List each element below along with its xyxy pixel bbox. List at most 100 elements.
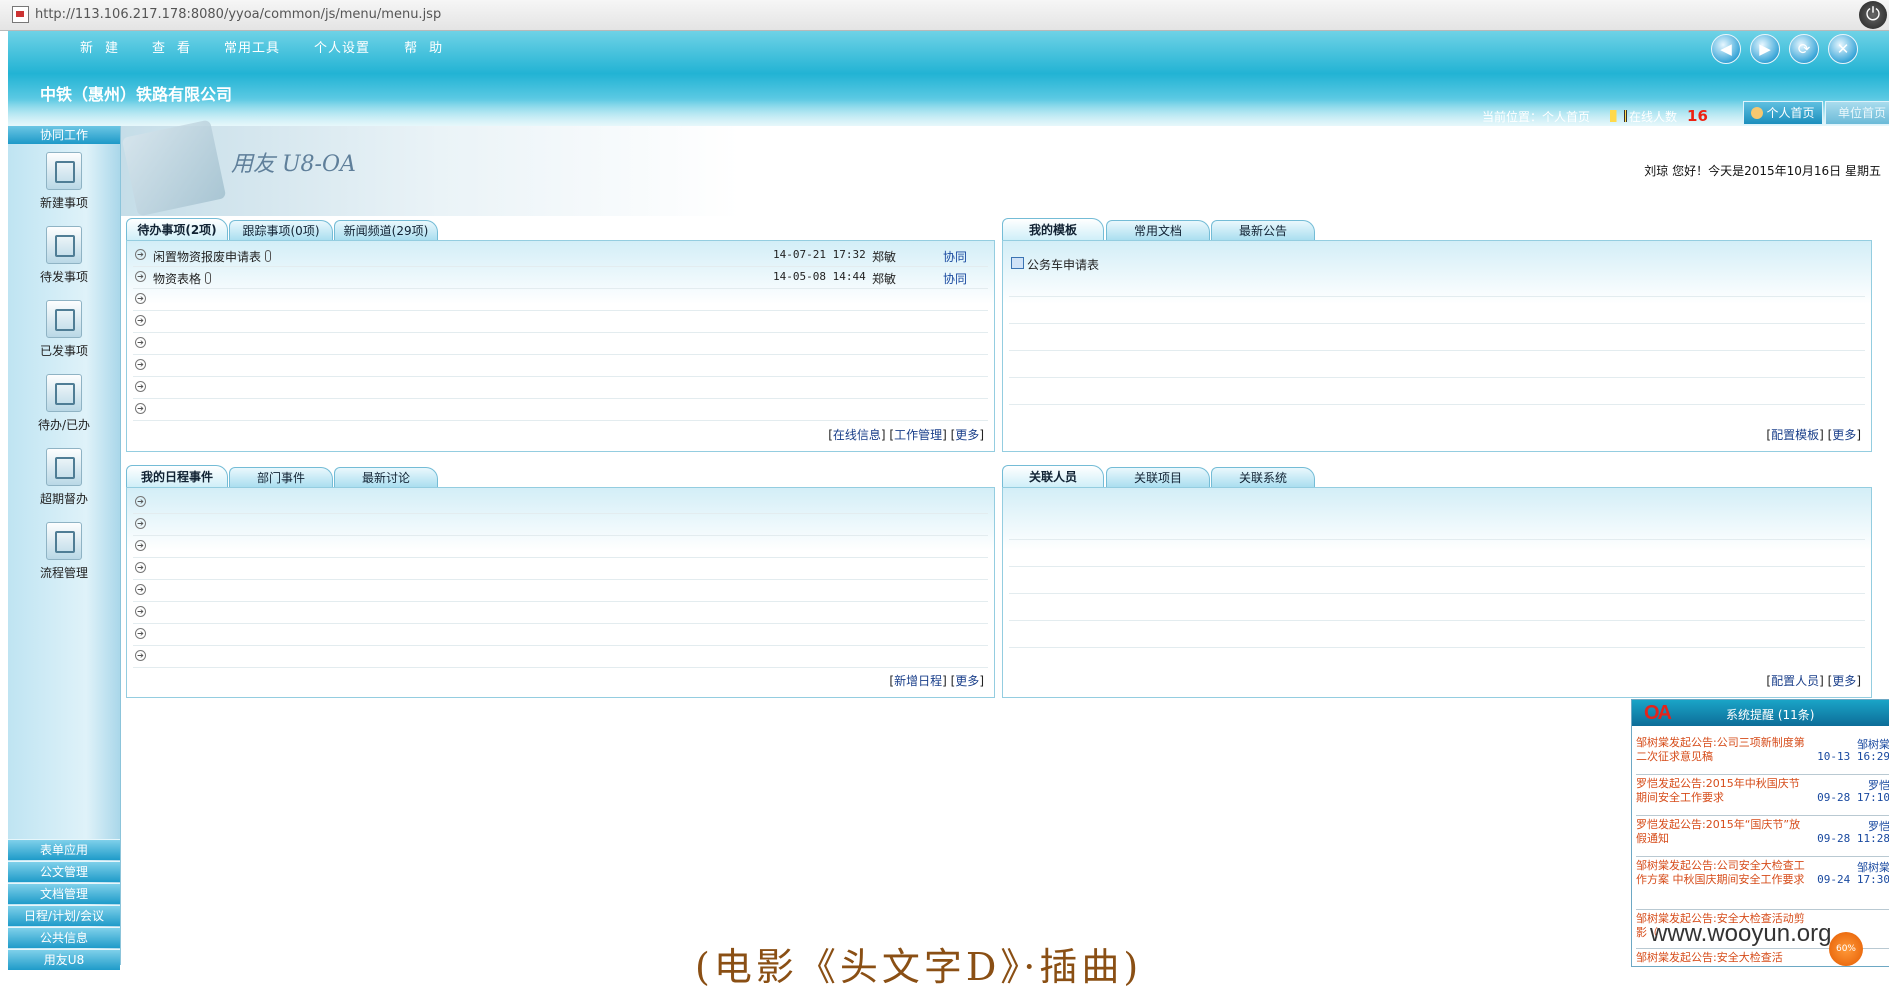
personal-home-button[interactable]: 个人首页 <box>1743 101 1823 125</box>
list-item: ➔ <box>133 333 988 355</box>
unit-home-button[interactable]: 单位首页 <box>1825 101 1889 125</box>
related-panel: 关联人员 关联项目 关联系统 [配置人员] [更多] <box>1002 465 1872 698</box>
arrow-bullet-icon: ➔ <box>135 337 146 348</box>
sidebar-item-sent[interactable]: 已发事项 <box>8 300 120 359</box>
list-item: ➔ <box>133 289 988 311</box>
menu-tools[interactable]: 常用工具 <box>224 37 280 56</box>
speaker-icon[interactable] <box>1610 110 1628 122</box>
arrow-bullet-icon: ➔ <box>135 518 146 529</box>
sidebar-item-todo[interactable]: 待办/已办 <box>8 374 120 433</box>
sidebar-item-overdue[interactable]: 超期督办 <box>8 448 120 507</box>
location-label: 当前位置：个人首页 <box>1482 109 1591 124</box>
power-icon[interactable]: ⏻ <box>1859 1 1887 29</box>
close-icon[interactable]: ✕ <box>1828 34 1858 64</box>
config-template-link[interactable]: 配置模板 <box>1771 428 1819 442</box>
list-item[interactable]: 公务车申请表 <box>1009 253 1865 274</box>
arrow-bullet-icon: ➔ <box>135 249 146 260</box>
watermark: www.wooyun.org <box>1650 920 1832 947</box>
banner: 新建 查看 常用工具 个人设置 帮助 中铁（惠州）铁路有限公司 ◀ ▶ ⟳ ✕ … <box>8 31 1889 126</box>
attachment-icon <box>205 272 212 284</box>
notice-item[interactable]: 罗恺发起公告:2015年中秋国庆节期间安全工作要求 罗恺 09-28 17:10 <box>1636 777 1889 816</box>
attachment-icon <box>265 250 272 262</box>
template-footer-links: [配置模板] [更多] <box>1766 428 1861 442</box>
tab-discussions[interactable]: 最新讨论 <box>334 467 438 488</box>
sidebar-item-new[interactable]: 新建事项 <box>8 152 120 211</box>
main-content: 用友 U8-OA 刘琼 您好！今天是2015年10月16日 星期五 待办事项(2… <box>121 119 1889 965</box>
refresh-icon[interactable]: ⟳ <box>1789 34 1819 64</box>
template-more-link[interactable]: 更多 <box>1832 428 1856 442</box>
notice-item[interactable]: 罗恺发起公告:2015年“国庆节”放假通知 罗恺 09-28 11:28 <box>1636 818 1889 857</box>
config-people-link[interactable]: 配置人员 <box>1771 674 1819 688</box>
logo-area: 用友 U8-OA 刘琼 您好！今天是2015年10月16日 星期五 <box>121 119 1889 217</box>
back-icon[interactable]: ◀ <box>1711 34 1741 64</box>
menu-view[interactable]: 查看 <box>152 37 202 56</box>
tab-common-docs[interactable]: 常用文档 <box>1106 220 1210 241</box>
list-item: ➔ <box>133 624 988 646</box>
list-item[interactable]: ➔ 闲置物资报废申请表 14-07-21 17:32 郑敏 协同 <box>133 245 988 267</box>
menu-new[interactable]: 新建 <box>80 37 130 56</box>
url-text[interactable]: http://113.106.217.178:8080/yyoa/common/… <box>35 7 441 22</box>
form-template-icon <box>1011 257 1024 269</box>
person-icon <box>1751 107 1764 119</box>
tab-related-projects[interactable]: 关联项目 <box>1106 467 1210 488</box>
progress-badge[interactable]: 60% <box>1829 932 1863 966</box>
work-manage-link[interactable]: 工作管理 <box>894 428 942 442</box>
online-info-link[interactable]: 在线信息 <box>833 428 881 442</box>
tab-dept-events[interactable]: 部门事件 <box>229 467 333 488</box>
schedule-footer-links: [新增日程] [更多] <box>889 674 984 688</box>
arrow-bullet-icon: ➔ <box>135 650 146 661</box>
todo-more-link[interactable]: 更多 <box>955 428 979 442</box>
list-item[interactable]: ➔ 物资表格 14-05-08 14:44 郑敏 协同 <box>133 267 988 289</box>
arrow-bullet-icon: ➔ <box>135 359 146 370</box>
arrow-bullet-icon: ➔ <box>135 315 146 326</box>
oa-logo: OA <box>1644 702 1672 724</box>
popup-header: OA 系统提醒 (11条) <box>1632 700 1889 726</box>
todo-done-icon <box>46 374 82 412</box>
notice-item[interactable]: 邹树棠发起公告:公司三项新制度第二次征求意见稿 邹树棠 10-13 16:29 <box>1636 736 1889 775</box>
arrow-bullet-icon: ➔ <box>135 403 146 414</box>
overdue-icon <box>46 448 82 486</box>
sidebar-menu-forms[interactable]: 表单应用 <box>8 839 120 860</box>
list-item: ➔ <box>133 399 988 421</box>
arrow-bullet-icon: ➔ <box>135 584 146 595</box>
tab-news[interactable]: 新闻频道(29项) <box>334 220 438 241</box>
sidebar-menu-documents-official[interactable]: 公文管理 <box>8 861 120 882</box>
tab-my-templates[interactable]: 我的模板 <box>1002 218 1104 241</box>
menu-help[interactable]: 帮助 <box>404 37 454 56</box>
sidebar-menu-documents[interactable]: 文档管理 <box>8 883 120 904</box>
sidebar-item-pending-send[interactable]: 待发事项 <box>8 226 120 285</box>
sidebar-menu-public-info[interactable]: 公共信息 <box>8 927 120 948</box>
arrow-bullet-icon: ➔ <box>135 562 146 573</box>
related-footer-links: [配置人员] [更多] <box>1766 674 1861 688</box>
sidebar-item-workflow[interactable]: 流程管理 <box>8 522 120 581</box>
list-item: ➔ <box>133 514 988 536</box>
arrow-bullet-icon: ➔ <box>135 496 146 507</box>
new-item-icon <box>46 152 82 190</box>
menu-settings[interactable]: 个人设置 <box>314 37 370 56</box>
sent-icon <box>46 300 82 338</box>
list-item: ➔ <box>133 602 988 624</box>
address-bar: http://113.106.217.178:8080/yyoa/common/… <box>0 0 1889 31</box>
tab-related-people[interactable]: 关联人员 <box>1002 465 1104 488</box>
list-item: ➔ <box>133 492 988 514</box>
arrow-bullet-icon: ➔ <box>135 293 146 304</box>
workflow-icon <box>46 522 82 560</box>
forward-icon[interactable]: ▶ <box>1750 34 1780 64</box>
list-item: ➔ <box>133 558 988 580</box>
tab-latest-notices[interactable]: 最新公告 <box>1211 220 1315 241</box>
sidebar-header[interactable]: 协同工作 <box>8 126 120 144</box>
schedule-panel: 我的日程事件 部门事件 最新讨论 ➔ ➔ ➔ ➔ ➔ ➔ ➔ ➔ [新增日程] … <box>126 465 995 698</box>
sidebar-menu-u8[interactable]: 用友U8 <box>8 949 120 970</box>
tab-tracking[interactable]: 跟踪事项(0项) <box>229 220 333 241</box>
tab-my-schedule[interactable]: 我的日程事件 <box>126 465 228 488</box>
notice-item[interactable]: 邹树棠发起公告:公司安全大检查工作方案 中秋国庆期间安全工作要求 邹树棠 09-… <box>1636 859 1889 910</box>
document-pen-icon <box>121 119 227 217</box>
schedule-more-link[interactable]: 更多 <box>955 674 979 688</box>
tab-related-systems[interactable]: 关联系统 <box>1211 467 1315 488</box>
add-schedule-link[interactable]: 新增日程 <box>894 674 942 688</box>
tab-todo[interactable]: 待办事项(2项) <box>126 218 228 241</box>
related-more-link[interactable]: 更多 <box>1832 674 1856 688</box>
arrow-bullet-icon: ➔ <box>135 540 146 551</box>
sidebar-menu-schedule[interactable]: 日程/计划/会议 <box>8 905 120 926</box>
popup-title: 系统提醒 (11条) <box>1726 708 1815 722</box>
